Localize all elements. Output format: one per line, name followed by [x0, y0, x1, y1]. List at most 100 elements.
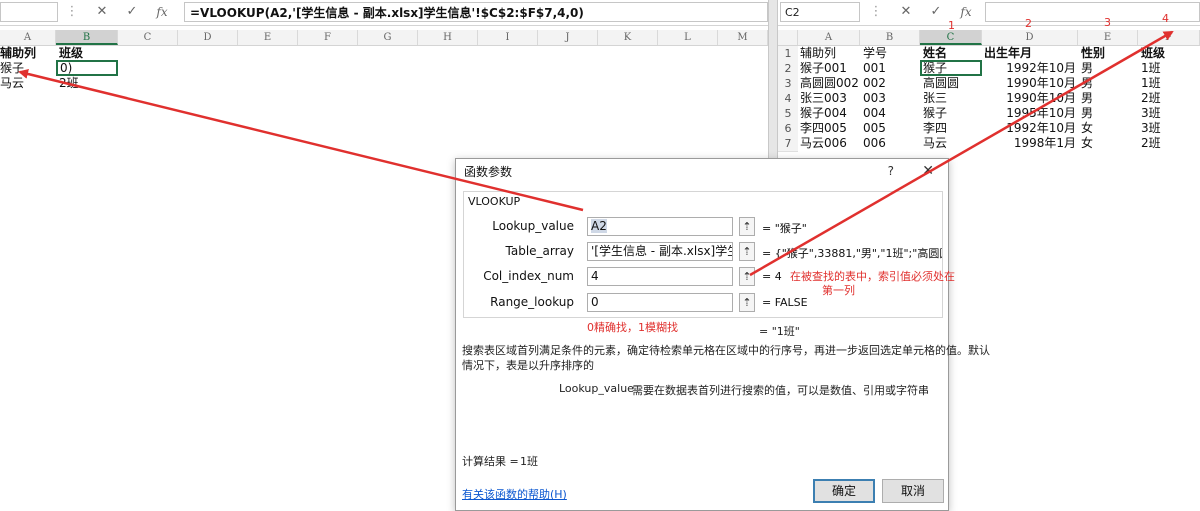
table-cell[interactable]: 004	[863, 106, 886, 121]
row-header-6[interactable]: 6	[778, 121, 798, 137]
table-cell[interactable]: 1998年1月	[992, 136, 1076, 151]
column-header-f[interactable]: F	[298, 30, 358, 45]
header-cell[interactable]: 出生年月	[984, 46, 1032, 61]
row-header-7[interactable]: 7	[778, 136, 798, 152]
row-header-3[interactable]: 3	[778, 76, 798, 92]
collapse-dialog-icon[interactable]: ⇡	[739, 293, 755, 312]
insert-function-icon[interactable]: fx	[152, 3, 172, 21]
table-cell[interactable]: 002	[863, 76, 886, 91]
col-index-num-input[interactable]: 4	[587, 267, 733, 286]
column-header-j[interactable]: J	[538, 30, 598, 45]
cancel-button[interactable]: 取消	[882, 479, 944, 503]
column-header-d[interactable]: D	[178, 30, 238, 45]
cancel-icon[interactable]: ✕	[92, 3, 112, 21]
table-cell[interactable]: 003	[863, 91, 886, 106]
range-lookup-input[interactable]: 0	[587, 293, 733, 312]
table-cell[interactable]: 猴子001	[800, 61, 847, 76]
cell-b3[interactable]: 2班	[59, 76, 79, 91]
column-header-m[interactable]: M	[718, 30, 768, 45]
function-help-link[interactable]: 有关该函数的帮助(H)	[462, 486, 567, 502]
table-cell[interactable]: 1992年10月	[992, 121, 1076, 136]
table-cell[interactable]: 1990年10月	[992, 91, 1076, 106]
table-cell[interactable]: 男	[1081, 61, 1093, 76]
left-name-box[interactable]	[0, 2, 58, 22]
table-cell[interactable]: 男	[1081, 91, 1093, 106]
insert-function-icon[interactable]: fx	[956, 3, 976, 21]
header-cell[interactable]: 性别	[1081, 46, 1105, 61]
range-lookup-result: = FALSE	[762, 296, 808, 309]
row-header-5[interactable]: 5	[778, 106, 798, 122]
column-header-l[interactable]: L	[658, 30, 718, 45]
header-cell[interactable]: 辅助列	[800, 46, 836, 61]
table-cell[interactable]: 猴子	[923, 106, 947, 121]
right-name-box[interactable]: C2	[780, 2, 860, 22]
table-cell[interactable]: 005	[863, 121, 886, 136]
table-cell[interactable]: 1990年10月	[992, 76, 1076, 91]
cell-a1[interactable]: 辅助列	[0, 46, 36, 61]
cell-b2[interactable]: 0)	[60, 61, 72, 76]
column-header-k[interactable]: K	[598, 30, 658, 45]
row-header-corner[interactable]	[778, 30, 798, 45]
collapse-dialog-icon[interactable]: ⇡	[739, 217, 755, 236]
table-cell[interactable]: 张三	[923, 91, 947, 106]
table-cell[interactable]: 男	[1081, 106, 1093, 121]
column-header-a[interactable]: A	[798, 30, 860, 45]
ok-button[interactable]: 确定	[813, 479, 875, 503]
header-cell[interactable]: 班级	[1141, 46, 1165, 61]
table-cell[interactable]: 男	[1081, 76, 1093, 91]
table-cell[interactable]: 猴子004	[800, 106, 847, 121]
column-header-c[interactable]: C	[920, 30, 982, 45]
help-icon[interactable]: ?	[888, 164, 894, 178]
formula-input[interactable]: =VLOOKUP(A2,'[学生信息 - 副本.xlsx]学生信息'!$C$2:…	[184, 2, 768, 22]
column-header-b[interactable]: B	[860, 30, 920, 45]
table-cell[interactable]: 2班	[1141, 136, 1161, 151]
table-cell[interactable]: 猴子	[923, 61, 947, 76]
lookup-value-input[interactable]: A2	[587, 217, 733, 236]
header-cell[interactable]: 姓名	[923, 46, 947, 61]
table-cell[interactable]: 1992年10月	[992, 61, 1076, 76]
table-cell[interactable]: 1班	[1141, 76, 1161, 91]
collapse-dialog-icon[interactable]: ⇡	[739, 267, 755, 286]
table-cell[interactable]: 女	[1081, 121, 1093, 136]
row-header-2[interactable]: 2	[778, 61, 798, 77]
column-header-g[interactable]: G	[358, 30, 418, 45]
cell-a3[interactable]: 马云	[0, 76, 24, 91]
column-header-h[interactable]: H	[418, 30, 478, 45]
table-cell[interactable]: 3班	[1141, 121, 1161, 136]
table-cell[interactable]: 001	[863, 61, 886, 76]
close-icon[interactable]: ✕	[922, 163, 934, 179]
table-cell[interactable]: 高圆圆002	[800, 76, 859, 91]
row-header-1[interactable]: 1	[778, 46, 798, 62]
more-options-icon[interactable]: ⋮	[866, 3, 886, 21]
table-cell[interactable]: 张三003	[800, 91, 847, 106]
column-header-e[interactable]: E	[238, 30, 298, 45]
table-cell[interactable]: 李四	[923, 121, 947, 136]
column-header-b[interactable]: B	[56, 30, 118, 45]
more-options-icon[interactable]: ⋮	[62, 3, 82, 21]
table-cell[interactable]: 李四005	[800, 121, 847, 136]
cell-b1[interactable]: 班级	[59, 46, 83, 61]
table-cell[interactable]: 006	[863, 136, 886, 151]
enter-icon[interactable]: ✓	[926, 3, 946, 21]
table-cell[interactable]: 高圆圆	[923, 76, 959, 91]
table-cell[interactable]: 马云006	[800, 136, 847, 151]
enter-icon[interactable]: ✓	[122, 3, 142, 21]
column-header-c[interactable]: C	[118, 30, 178, 45]
column-header-d[interactable]: D	[982, 30, 1078, 45]
table-cell[interactable]: 女	[1081, 136, 1093, 151]
table-cell[interactable]: 1995年10月	[992, 106, 1076, 121]
row-header-4[interactable]: 4	[778, 91, 798, 107]
column-header-f[interactable]: F	[1138, 30, 1200, 45]
column-header-i[interactable]: I	[478, 30, 538, 45]
cell-a2[interactable]: 猴子	[0, 61, 24, 76]
table-cell[interactable]: 2班	[1141, 91, 1161, 106]
cancel-icon[interactable]: ✕	[896, 3, 916, 21]
collapse-dialog-icon[interactable]: ⇡	[739, 242, 755, 261]
table-cell[interactable]: 3班	[1141, 106, 1161, 121]
header-cell[interactable]: 学号	[863, 46, 887, 61]
table-cell[interactable]: 1班	[1141, 61, 1161, 76]
table-cell[interactable]: 马云	[923, 136, 947, 151]
column-header-e[interactable]: E	[1078, 30, 1138, 45]
column-header-a[interactable]: A	[0, 30, 56, 45]
table-array-input[interactable]: '[学生信息 - 副本.xlsx]学生信息'!$C$2:$F$7	[587, 242, 733, 261]
